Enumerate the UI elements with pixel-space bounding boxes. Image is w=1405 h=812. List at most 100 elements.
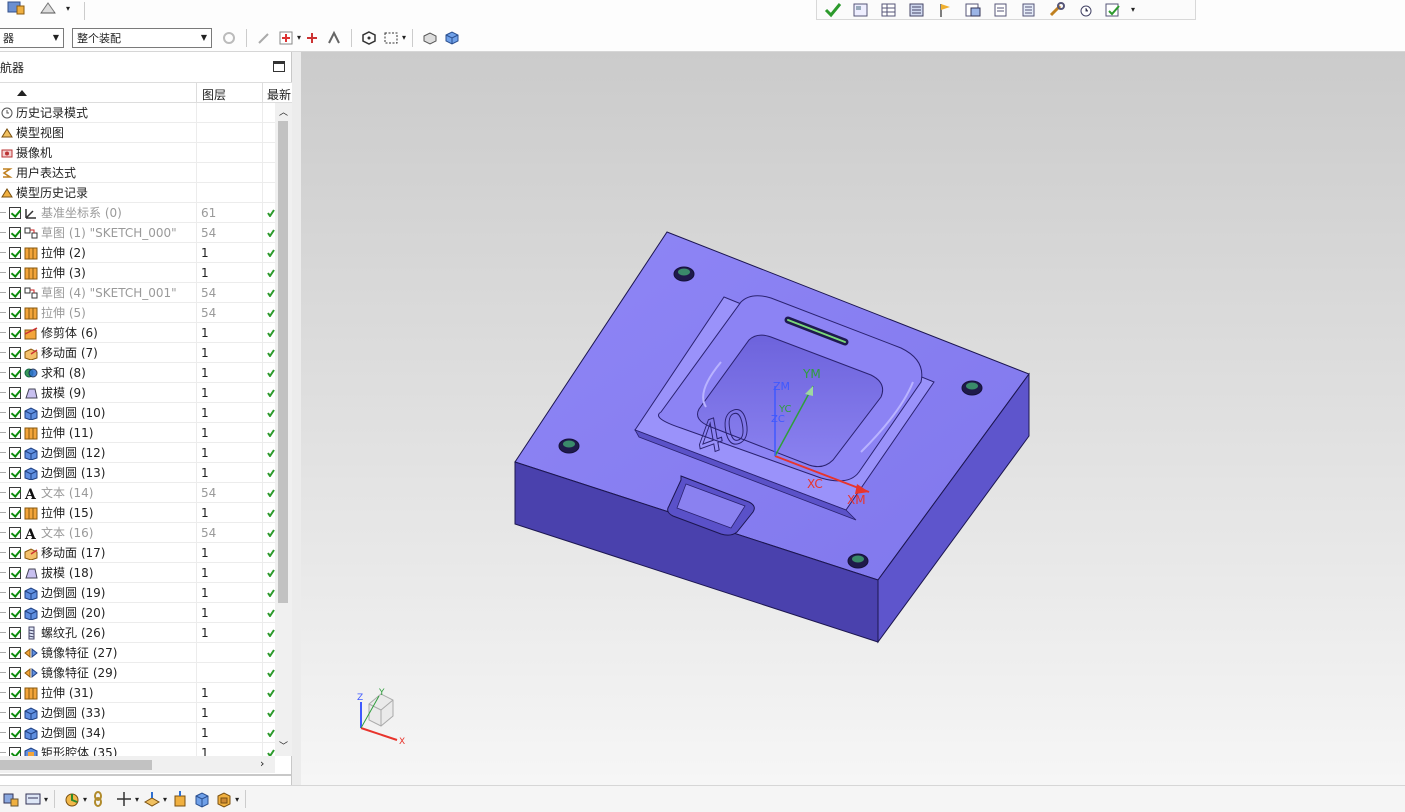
dropdown-arrow-icon[interactable]: ▾ <box>44 795 48 804</box>
table-icon[interactable] <box>879 2 899 18</box>
scroll-thumb[interactable] <box>278 121 288 603</box>
feature-row[interactable]: 镜像特征 (29) <box>0 662 275 683</box>
shaded-view-icon[interactable] <box>443 29 461 47</box>
clock-icon[interactable] <box>1075 2 1095 18</box>
feature-row[interactable]: 边倒圆 (10) 1 <box>0 402 275 423</box>
snap-arc-center-icon[interactable] <box>325 29 343 47</box>
scroll-up-icon[interactable]: ︿ <box>279 105 288 118</box>
feature-visibility-checkbox[interactable] <box>9 486 21 499</box>
feature-visibility-checkbox[interactable] <box>9 346 21 359</box>
feature-visibility-checkbox[interactable] <box>9 646 21 659</box>
feature-row[interactable]: 移动面 (17) 1 <box>0 542 275 563</box>
horizontal-scrollbar[interactable]: › <box>0 756 275 773</box>
feature-visibility-checkbox[interactable] <box>9 266 21 279</box>
snap-endpoint-icon[interactable] <box>255 29 273 47</box>
layer-column-header[interactable]: 图层 <box>202 86 226 103</box>
review-icon[interactable] <box>1103 2 1123 18</box>
view-sheet-icon[interactable] <box>963 2 983 18</box>
tree-node[interactable]: 用户表达式 <box>0 162 275 183</box>
feature-row[interactable]: 拔模 (18) 1 <box>0 562 275 583</box>
feature-row[interactable]: 拉伸 (11) 1 <box>0 422 275 443</box>
latest-column-header[interactable]: 最新 <box>262 83 292 103</box>
feature-visibility-checkbox[interactable] <box>9 326 21 339</box>
assembly-navigator-icon[interactable] <box>6 0 26 16</box>
feature-row[interactable]: 边倒圆 (19) 1 <box>0 582 275 603</box>
snap-intersection-icon[interactable] <box>303 29 321 47</box>
feature-visibility-checkbox[interactable] <box>9 306 21 319</box>
feature-row[interactable]: 拉伸 (15) 1 <box>0 502 275 523</box>
graphics-window[interactable]: 40 XC XM YM ZM YC ZC Z X Y <box>301 52 1405 785</box>
scroll-thumb[interactable] <box>0 760 152 770</box>
feature-row[interactable]: 边倒圆 (34) 1 <box>0 722 275 743</box>
dropdown-arrow-icon[interactable]: ▾ <box>235 795 239 804</box>
feature-row[interactable]: 拔模 (9) 1 <box>0 382 275 403</box>
feature-row[interactable]: A 文本 (14) 54 <box>0 482 275 503</box>
feature-row[interactable]: 拉伸 (5) 54 <box>0 302 275 323</box>
dropdown-arrow-icon[interactable]: ▾ <box>66 4 70 13</box>
feature-row[interactable]: 拉伸 (3) 1 <box>0 262 275 283</box>
feature-visibility-checkbox[interactable] <box>9 246 21 259</box>
constraint-icon[interactable] <box>24 790 42 808</box>
feature-row[interactable]: 螺纹孔 (26) 1 <box>0 622 275 643</box>
dropdown-arrow-icon[interactable]: ▾ <box>83 795 87 804</box>
feature-visibility-checkbox[interactable] <box>9 626 21 639</box>
assembly-load-icon[interactable] <box>2 790 20 808</box>
feature-visibility-checkbox[interactable] <box>9 546 21 559</box>
feature-row[interactable]: 求和 (8) 1 <box>0 362 275 383</box>
feature-row[interactable]: 镜像特征 (27) <box>0 642 275 663</box>
feature-visibility-checkbox[interactable] <box>9 506 21 519</box>
feature-row[interactable]: 边倒圆 (33) 1 <box>0 702 275 723</box>
feature-visibility-checkbox[interactable] <box>9 606 21 619</box>
view-orient-icon[interactable] <box>38 0 58 16</box>
check-icon[interactable] <box>823 2 843 18</box>
panel-splitter[interactable] <box>292 52 301 785</box>
feature-visibility-checkbox[interactable] <box>9 566 21 579</box>
dropdown-arrow-icon[interactable]: ▾ <box>163 795 167 804</box>
feature-visibility-checkbox[interactable] <box>9 406 21 419</box>
feature-row[interactable]: 边倒圆 (12) 1 <box>0 442 275 463</box>
tools-icon[interactable] <box>1047 1 1067 18</box>
feature-row[interactable]: 边倒圆 (20) 1 <box>0 602 275 623</box>
feature-row[interactable]: 基准坐标系 (0) 61 <box>0 202 275 223</box>
name-column-header[interactable] <box>0 83 197 103</box>
feature-visibility-checkbox[interactable] <box>9 666 21 679</box>
feature-visibility-checkbox[interactable] <box>9 426 21 439</box>
feature-visibility-checkbox[interactable] <box>9 726 21 739</box>
dropdown-arrow-icon[interactable]: ▾ <box>297 33 301 42</box>
feature-visibility-checkbox[interactable] <box>9 226 21 239</box>
feature-visibility-checkbox[interactable] <box>9 366 21 379</box>
chain-link-icon[interactable] <box>89 790 107 808</box>
tree-node[interactable]: 历史记录模式 <box>0 103 275 123</box>
snap-point-icon[interactable] <box>277 29 295 47</box>
type-filter-select[interactable]: 器 ▼ <box>0 27 64 48</box>
note-icon[interactable] <box>991 2 1011 18</box>
plus-icon[interactable] <box>115 790 133 808</box>
feature-visibility-checkbox[interactable] <box>9 586 21 599</box>
rectangle-select-icon[interactable] <box>382 29 400 47</box>
feature-row[interactable]: 拉伸 (2) 1 <box>0 242 275 263</box>
feature-visibility-checkbox[interactable] <box>9 446 21 459</box>
feature-visibility-checkbox[interactable] <box>9 706 21 719</box>
scroll-right-icon[interactable]: › <box>260 757 264 770</box>
drawing-sheet-icon[interactable] <box>851 2 871 18</box>
feature-row[interactable]: 边倒圆 (13) 1 <box>0 462 275 483</box>
feature-row[interactable]: 移动面 (7) 1 <box>0 342 275 363</box>
vertical-scrollbar[interactable]: ︿ ﹀ <box>275 103 292 756</box>
feature-wheel-icon[interactable] <box>63 790 81 808</box>
parts-list-icon[interactable] <box>907 2 927 18</box>
dropdown-arrow-icon[interactable]: ▾ <box>135 795 139 804</box>
list-icon[interactable] <box>1019 2 1039 18</box>
tree-node[interactable]: 模型历史记录 <box>0 182 275 203</box>
tree-node[interactable]: 摄像机 <box>0 142 275 163</box>
maximize-icon[interactable] <box>273 61 285 72</box>
feature-visibility-checkbox[interactable] <box>9 386 21 399</box>
wireframe-view-icon[interactable] <box>421 29 439 47</box>
pocket-icon[interactable] <box>215 790 233 808</box>
datum-plane-icon[interactable] <box>143 790 161 808</box>
feature-visibility-checkbox[interactable] <box>9 686 21 699</box>
hexagon-select-icon[interactable] <box>360 29 378 47</box>
model-view[interactable]: 40 XC XM YM ZM YC ZC Z X Y <box>301 52 1405 785</box>
feature-row[interactable]: A 文本 (16) 54 <box>0 522 275 543</box>
feature-row[interactable]: 草图 (1) "SKETCH_000" 54 <box>0 222 275 243</box>
extrude-toolbar-icon[interactable] <box>171 790 189 808</box>
